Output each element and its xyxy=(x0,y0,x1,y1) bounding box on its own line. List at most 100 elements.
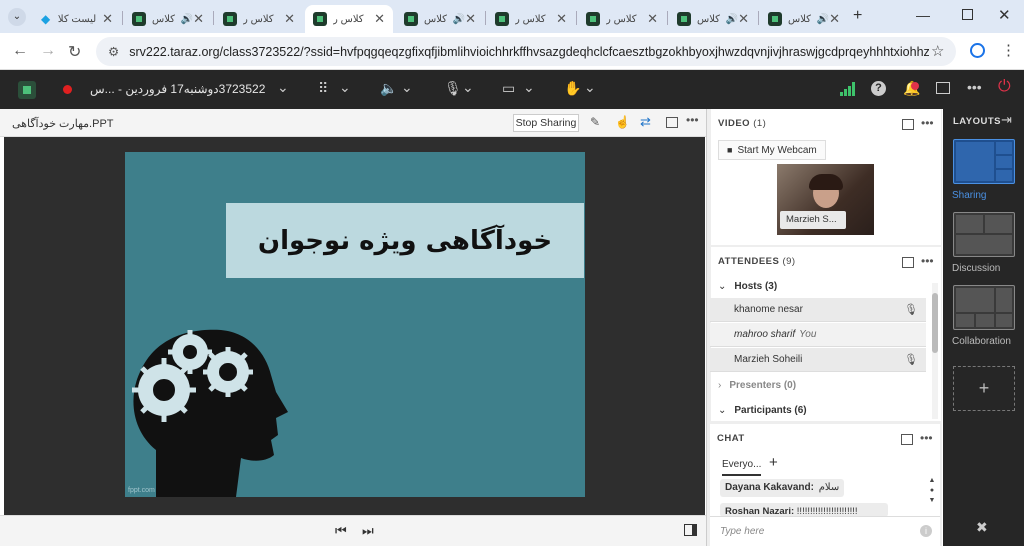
chevron-down-icon[interactable]: ⌄ xyxy=(584,79,596,96)
help-icon[interactable]: ? xyxy=(871,81,886,96)
chevron-down-icon[interactable]: ⌄ xyxy=(462,79,474,96)
start-webcam-button[interactable]: ■ Start My Webcam xyxy=(718,140,826,160)
camera-icon[interactable]: ▭ xyxy=(502,80,515,97)
speaker-icon: 🔊 xyxy=(725,13,739,25)
speaker-on-icon[interactable]: 🔈 xyxy=(380,80,397,97)
close-icon[interactable]: ✕ xyxy=(193,11,204,27)
new-tab-button[interactable]: + xyxy=(853,7,862,25)
scrollbar[interactable] xyxy=(932,283,938,419)
chevron-down-icon[interactable]: ⌄ xyxy=(523,79,535,96)
browser-tab[interactable]: ◆ لیست کلا ✕ xyxy=(33,5,121,33)
layout-collaboration-label[interactable]: Collaboration xyxy=(952,336,1011,347)
participants-group-header[interactable]: ⌄ Participants (6) xyxy=(710,401,926,419)
browser-tab[interactable]: کلاس ر ✕ xyxy=(215,5,303,33)
browser-tab-active[interactable]: کلاس ر ✕ xyxy=(305,5,393,33)
layout-discussion-label[interactable]: Discussion xyxy=(952,263,1000,274)
add-layout-button[interactable]: + xyxy=(953,366,1015,411)
layout-collaboration-thumbnail[interactable] xyxy=(953,285,1015,330)
attendee-name: Marzieh Soheili xyxy=(734,354,803,365)
chevron-down-icon: ⌄ xyxy=(718,280,727,292)
restore-icon[interactable] xyxy=(962,9,973,20)
pointer-hand-icon[interactable]: ☝ xyxy=(615,115,630,129)
more-options-icon[interactable]: ••• xyxy=(921,254,934,268)
info-icon[interactable]: i xyxy=(920,525,932,537)
browser-tab[interactable]: کلاس 🔊 ✕ xyxy=(760,5,848,33)
browser-tab[interactable]: کلاس ر ✕ xyxy=(578,5,666,33)
chevron-down-icon[interactable]: ⌄ xyxy=(401,79,413,96)
previous-slide-icon[interactable]: ⏮ xyxy=(335,523,347,539)
add-chat-tab-icon[interactable]: + xyxy=(769,454,778,471)
hosts-label: Hosts (3) xyxy=(734,280,778,292)
fullscreen-icon[interactable] xyxy=(901,434,913,445)
speaker-icon: 🔊 xyxy=(180,13,194,25)
close-icon[interactable]: ✕ xyxy=(738,11,749,27)
apps-grid-icon[interactable]: ⠿ xyxy=(318,80,328,97)
fullscreen-icon[interactable] xyxy=(902,119,914,130)
hosts-group-header[interactable]: ⌄ Hosts (3) xyxy=(710,277,926,295)
raise-hand-icon[interactable]: ✋ xyxy=(564,80,581,97)
webcam-video-tile[interactable]: Marzieh S... xyxy=(777,164,874,235)
browser-tab[interactable]: کلاس 🔊 ✕ xyxy=(669,5,757,33)
attendee-row[interactable]: Marzieh Soheili 🎙 xyxy=(710,348,926,372)
record-icon[interactable] xyxy=(63,85,72,94)
profile-icon[interactable] xyxy=(970,43,985,58)
bookmark-star-icon[interactable]: ☆ xyxy=(931,42,944,60)
sidebar-toggle-icon[interactable] xyxy=(684,524,697,536)
layout-discussion-thumbnail[interactable] xyxy=(953,212,1015,257)
next-slide-icon[interactable]: ⏭ xyxy=(362,523,374,539)
more-options-icon[interactable]: ••• xyxy=(967,79,982,95)
scrollbar-thumb[interactable] xyxy=(932,293,938,353)
browser-tab[interactable]: کلاس ر ✕ xyxy=(487,5,575,33)
chat-tab-everyone[interactable]: Everyo... xyxy=(722,459,762,476)
attendee-row[interactable]: mahroo sharif You xyxy=(710,323,926,347)
power-icon[interactable]: ⏻ xyxy=(998,78,1011,96)
close-icon[interactable]: ✕ xyxy=(102,11,113,27)
presenters-group-header[interactable]: › Presenters (0) xyxy=(710,376,926,394)
chat-text: سلام xyxy=(818,482,840,493)
chat-scroll-arrows[interactable]: ▲ ● ▼ xyxy=(928,476,936,510)
share-pod-header: مهارت خودآگاهی.PPT Stop Sharing ✎ ☝ ⇄ ••… xyxy=(0,109,706,137)
close-window-icon[interactable]: ✕ xyxy=(998,6,1011,24)
reload-icon[interactable]: ↻ xyxy=(68,42,81,62)
more-options-icon[interactable]: ••• xyxy=(686,113,699,127)
fullscreen-icon[interactable] xyxy=(666,117,678,128)
tools-icon[interactable]: ✖ xyxy=(976,519,988,536)
browser-tab[interactable]: کلاس 🔊 ✕ xyxy=(396,5,484,33)
browser-tab[interactable]: کلاس 🔊 ✕ xyxy=(124,5,212,33)
draw-pen-icon[interactable]: ✎ xyxy=(590,115,600,129)
chevron-down-icon[interactable]: ⌄ xyxy=(339,79,351,96)
sync-arrows-icon[interactable]: ⇄ xyxy=(640,114,651,130)
chat-input-placeholder: Type here xyxy=(720,526,765,537)
attendee-row[interactable]: khanome nesar 🎙 xyxy=(710,298,926,322)
app-favicon-icon xyxy=(132,12,146,26)
fullscreen-icon[interactable] xyxy=(936,82,950,94)
close-icon[interactable]: ✕ xyxy=(284,11,295,27)
layout-sharing-thumbnail[interactable] xyxy=(953,139,1015,184)
chevron-down-icon[interactable]: ⌄ xyxy=(277,79,289,96)
fullscreen-icon[interactable] xyxy=(902,257,914,268)
more-options-icon[interactable]: ••• xyxy=(920,431,933,445)
layout-sharing-label[interactable]: Sharing xyxy=(952,190,986,201)
chat-input[interactable]: Type here i xyxy=(710,516,940,546)
close-icon[interactable]: ✕ xyxy=(556,11,567,27)
minimize-icon[interactable]: — xyxy=(916,7,930,23)
meeting-title[interactable]: 3723522دوشنبه17 فروردین - ...س xyxy=(90,82,272,96)
microphone-icon[interactable]: 🎙 xyxy=(444,80,462,97)
close-icon[interactable]: ✕ xyxy=(829,11,840,27)
close-icon[interactable]: ✕ xyxy=(647,11,658,27)
browser-menu-icon[interactable]: ⋮ xyxy=(1001,41,1016,59)
stop-sharing-button[interactable]: Stop Sharing xyxy=(513,114,579,132)
collapse-icon[interactable]: ⇥ xyxy=(1001,112,1012,128)
more-options-icon[interactable]: ••• xyxy=(921,116,934,130)
chat-sender: Dayana Kakavand: xyxy=(725,482,814,493)
slide-controls: ⏮ ⏭ xyxy=(0,515,706,546)
close-icon[interactable]: ✕ xyxy=(374,11,385,27)
url-field[interactable]: ⚙ srv222.taraz.org/class3723522/?ssid=hv… xyxy=(96,37,956,66)
close-icon[interactable]: ✕ xyxy=(465,11,476,27)
layouts-header: LAYOUTS xyxy=(953,116,1002,127)
forward-icon[interactable]: → xyxy=(40,42,56,60)
tab-search-button[interactable]: ⌄ xyxy=(8,8,26,26)
site-info-icon[interactable]: ⚙ xyxy=(108,44,119,59)
video-pod: VIDEO (1) ••• ■ Start My Webcam Marzieh … xyxy=(711,109,941,245)
back-icon[interactable]: ← xyxy=(12,42,28,60)
